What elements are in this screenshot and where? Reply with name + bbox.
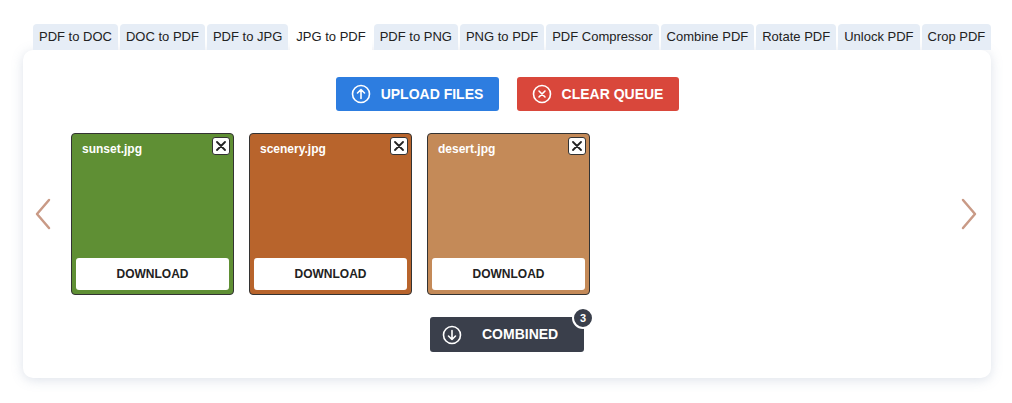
app: PDF to DOCDOC to PDFPDF to JPGJPG to PDF…: [0, 0, 1012, 403]
file-name: desert.jpg: [432, 138, 585, 158]
remove-button[interactable]: [390, 137, 408, 155]
next-button[interactable]: [959, 197, 979, 231]
download-button[interactable]: DOWNLOAD: [76, 258, 229, 290]
tab[interactable]: JPG to PDF: [290, 24, 371, 50]
tab[interactable]: Unlock PDF: [838, 24, 919, 50]
close-icon: [572, 141, 582, 151]
file-card: desert.jpg DOWNLOAD: [427, 133, 590, 295]
close-icon: [216, 141, 226, 151]
close-icon: [394, 141, 404, 151]
tab[interactable]: PDF to PNG: [374, 24, 458, 50]
file-card: scenery.jpg DOWNLOAD: [249, 133, 412, 295]
converter-card: UPLOAD FILES CLEAR QUEUE sunset.jpg DOWNLOA…: [23, 50, 991, 378]
file-list: sunset.jpgDOWNLOADscenery.jpgDOWNLOADdes…: [71, 133, 959, 295]
tab[interactable]: PNG to PDF: [460, 24, 544, 50]
clear-icon: [532, 84, 552, 104]
prev-button[interactable]: [33, 197, 53, 231]
download-button[interactable]: DOWNLOAD: [432, 258, 585, 290]
clear-queue-button[interactable]: CLEAR QUEUE: [517, 77, 679, 111]
tab[interactable]: PDF to JPG: [207, 24, 288, 50]
file-name: scenery.jpg: [254, 138, 407, 158]
combined-button[interactable]: COMBINED3: [430, 317, 584, 352]
file-name: sunset.jpg: [76, 138, 229, 158]
file-card: sunset.jpg DOWNLOAD: [71, 133, 234, 295]
tab[interactable]: PDF to DOC: [33, 24, 118, 50]
toolbar: UPLOAD FILES CLEAR QUEUE: [336, 77, 679, 111]
remove-button[interactable]: [568, 137, 586, 155]
download-icon: [442, 325, 462, 345]
remove-button[interactable]: [212, 137, 230, 155]
tab[interactable]: PDF Compressor: [546, 24, 658, 50]
download-button[interactable]: DOWNLOAD: [254, 258, 407, 290]
tab[interactable]: DOC to PDF: [120, 24, 205, 50]
carousel: sunset.jpgDOWNLOADscenery.jpgDOWNLOADdes…: [23, 133, 991, 295]
tab-bar: PDF to DOCDOC to PDFPDF to JPGJPG to PDF…: [0, 24, 1012, 50]
tab[interactable]: Crop PDF: [922, 24, 992, 50]
upload-button[interactable]: UPLOAD FILES: [336, 77, 499, 111]
upload-icon: [351, 84, 371, 104]
count-badge: 3: [572, 307, 594, 329]
prev-arrow-icon[interactable]: [33, 197, 53, 231]
tab[interactable]: Rotate PDF: [756, 24, 836, 50]
tab[interactable]: Combine PDF: [661, 24, 755, 50]
next-arrow-icon[interactable]: [959, 197, 979, 231]
